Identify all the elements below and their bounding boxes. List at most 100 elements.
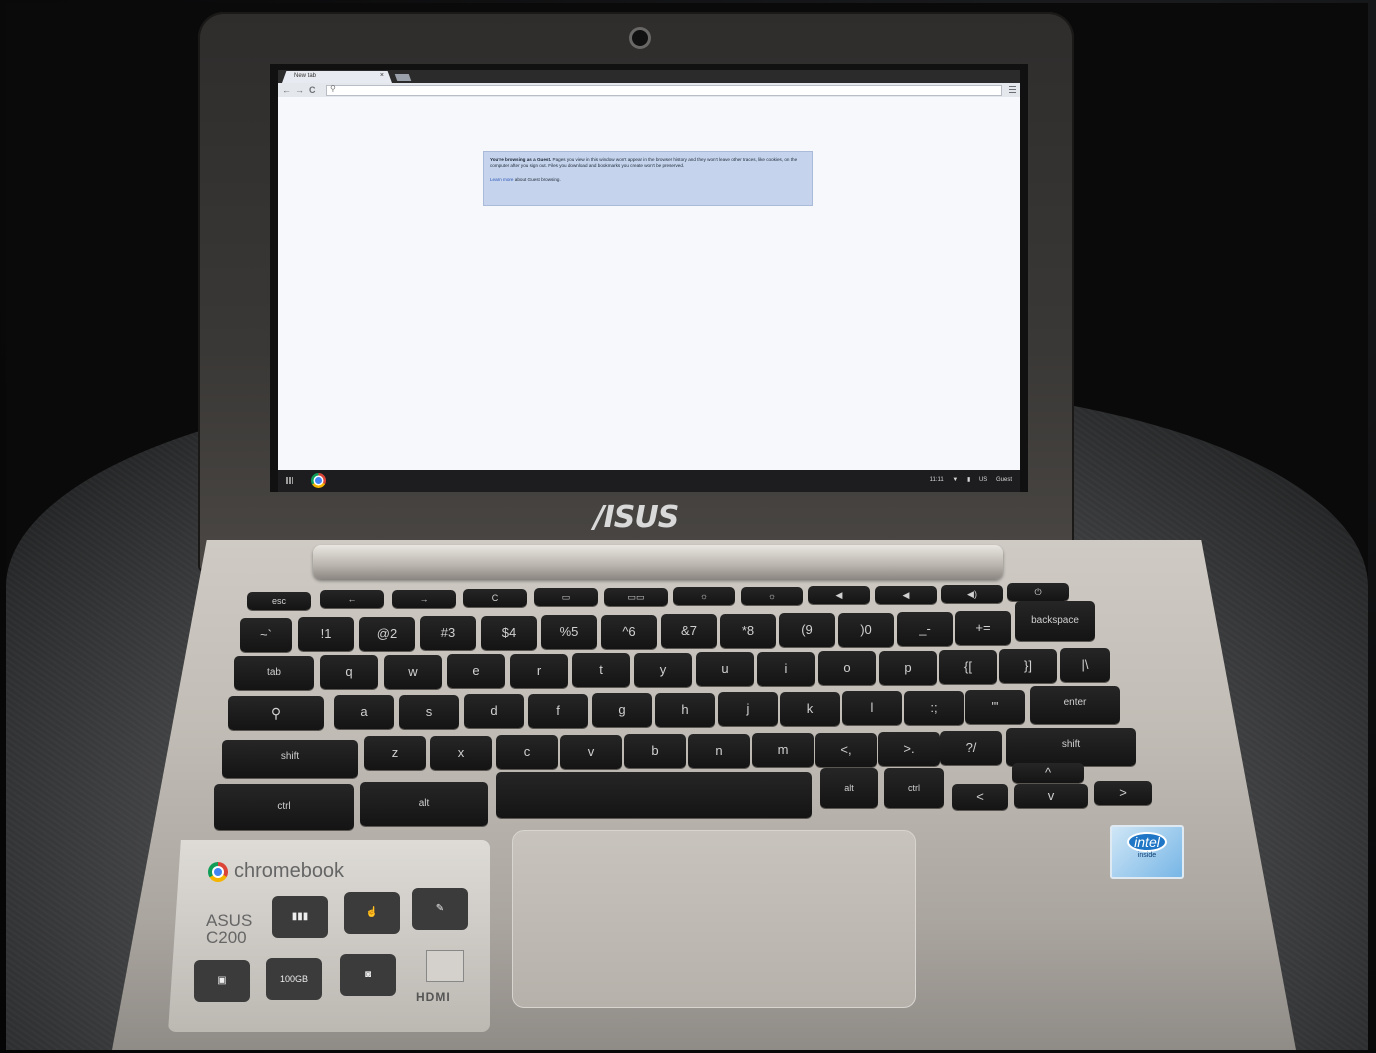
touchpad[interactable] [512,830,916,1008]
key-3[interactable]: #3 [420,616,476,650]
key-period[interactable]: >. [878,732,940,766]
key-j[interactable]: j [718,692,778,726]
omnibox-input[interactable]: ⚲ [326,84,1002,96]
key-backspace[interactable]: backspace [1015,601,1095,641]
hinge [313,545,1003,579]
key-l[interactable]: l [842,691,902,725]
key-shift-left[interactable]: shift [222,740,358,778]
key-fullscreen[interactable]: ▭ [534,588,598,606]
key-w[interactable]: w [384,655,442,689]
key-q[interactable]: q [320,655,378,689]
key-alt-right[interactable]: alt [820,768,878,808]
key-g[interactable]: g [592,693,652,727]
key-i[interactable]: i [757,652,815,686]
feather-icon: ✎ [412,888,468,930]
chrome-icon[interactable] [311,473,326,488]
key-alt-left[interactable]: alt [360,782,488,826]
key-enter[interactable]: enter [1030,686,1120,724]
key-o[interactable]: o [818,651,876,685]
key-arrow-down[interactable]: v [1014,784,1088,808]
tab-close-icon[interactable]: × [380,72,384,79]
key-overview[interactable]: ▭▭ [604,588,668,606]
key-right-bracket[interactable]: }] [999,649,1057,683]
key-p[interactable]: p [879,651,937,685]
key-brightness-up[interactable]: ☼ [741,587,803,605]
key-arrow-left[interactable]: < [952,784,1008,810]
key-quote[interactable]: "' [965,690,1025,724]
key-ctrl-left[interactable]: ctrl [214,784,354,830]
key-n[interactable]: n [688,734,750,768]
hdmi-label: HDMI [416,990,451,1004]
key-slash[interactable]: ?/ [940,731,1002,765]
key-esc[interactable]: esc [247,592,311,610]
model-label: ASUS C200 [206,912,252,946]
cloud-storage-icon: 100GB [266,958,322,1000]
chromebook-wordmark: chromebook [234,860,345,882]
key-back[interactable]: ← [320,590,384,608]
key-6[interactable]: ^6 [601,615,657,649]
key-5[interactable]: %5 [541,615,597,649]
key-semicolon[interactable]: :; [904,691,964,725]
key-e[interactable]: e [447,654,505,688]
key-8[interactable]: *8 [720,614,776,648]
key-a[interactable]: a [334,695,394,729]
key-minus[interactable]: _- [897,612,953,646]
key-t[interactable]: t [572,653,630,687]
key-9[interactable]: (9 [779,613,835,647]
key-brightness-down[interactable]: ☼ [673,587,735,605]
back-button[interactable]: ← [282,85,291,95]
menu-icon[interactable] [1009,86,1016,93]
key-tab[interactable]: tab [234,656,314,690]
key-y[interactable]: y [634,653,692,687]
key-m[interactable]: m [752,733,814,767]
key-v[interactable]: v [560,735,622,769]
key-forward[interactable]: → [392,590,456,608]
key-comma[interactable]: <, [815,733,877,767]
key-0[interactable]: )0 [838,613,894,647]
laptop-lid: New tab × ← → C ⚲ You're browsing as a G… [198,12,1074,572]
app-launcher-icon[interactable] [286,477,293,484]
key-mute[interactable]: ◀ [808,586,870,604]
browser-toolbar: ← → C ⚲ [278,83,1020,98]
chromeos-shelf: 11:11 ▼ ▮ US Guest [278,470,1020,492]
key-z[interactable]: z [364,736,426,770]
key-r[interactable]: r [510,654,568,688]
key-ctrl-right[interactable]: ctrl [884,768,944,808]
key-2[interactable]: @2 [359,617,415,651]
reload-button[interactable]: C [309,85,316,95]
key-k[interactable]: k [780,692,840,726]
key-power[interactable]: ⏻ [1007,583,1069,601]
laptop-screen: New tab × ← → C ⚲ You're browsing as a G… [270,64,1028,492]
key-c[interactable]: c [496,735,558,769]
tab-new-tab[interactable]: New tab × [282,71,392,83]
key-b[interactable]: b [624,734,686,768]
status-tray[interactable]: 11:11 ▼ ▮ US Guest [923,476,1012,483]
battery-icon: ▮▮▮ [272,896,328,938]
key-refresh[interactable]: C [463,589,527,607]
key-h[interactable]: h [655,693,715,727]
key-f[interactable]: f [528,694,588,728]
key-4[interactable]: $4 [481,616,537,650]
forward-button[interactable]: → [295,85,304,95]
key-d[interactable]: d [464,694,524,728]
key-s[interactable]: s [399,695,459,729]
learn-more-link[interactable]: Learn more [490,177,514,182]
key-volume-up[interactable]: ◀) [941,585,1003,603]
key-left-bracket[interactable]: {[ [939,650,997,684]
key-equals[interactable]: += [955,611,1011,645]
key-x[interactable]: x [430,736,492,770]
key-backtick[interactable]: ~` [240,618,292,652]
key-arrow-right[interactable]: > [1094,781,1152,805]
asus-logo: /ISUS [593,500,680,535]
new-tab-button[interactable] [394,74,412,81]
key-arrow-up[interactable]: ^ [1012,763,1084,783]
key-7[interactable]: &7 [661,614,717,648]
key-space[interactable] [496,772,812,818]
key-shift-right[interactable]: shift [1006,728,1136,766]
key-1[interactable]: !1 [298,617,354,651]
search-key-icon[interactable]: ⚲ [228,696,324,730]
key-volume-down[interactable]: ◀ [875,586,937,604]
intel-sub: inside [1137,852,1157,859]
key-backslash[interactable]: |\ [1060,648,1110,682]
key-u[interactable]: u [696,652,754,686]
